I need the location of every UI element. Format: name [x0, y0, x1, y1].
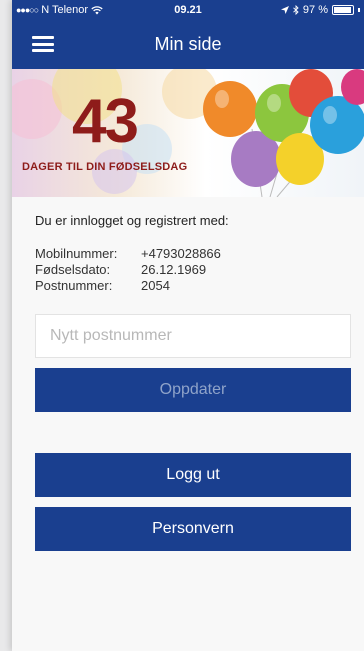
mobile-label: Mobilnummer:	[35, 246, 118, 261]
days-count: 43	[72, 87, 139, 156]
login-intro: Du er innlogget og registrert med:	[35, 213, 229, 228]
location-arrow-icon	[280, 6, 289, 14]
birthdate-value: 26.12.1969	[141, 262, 207, 277]
battery-icon	[332, 5, 354, 15]
app-screen: ●●●○○ N Telenor 09.21 97 % Min side 43 D…	[12, 0, 364, 651]
account-section: Du er innlogget og registrert med: Mobil…	[12, 197, 364, 551]
postcode-label: Postnummer:	[35, 278, 113, 293]
bluetooth-icon	[293, 5, 299, 15]
info-row-birthdate: Fødselsdato: 26.12.1969	[35, 262, 341, 278]
info-row-mobile: Mobilnummer: +4793028866	[35, 246, 341, 262]
info-row-postcode: Postnummer: 2054	[35, 278, 341, 294]
days-label: DAGER TIL DIN FØDSELSDAG	[22, 161, 188, 173]
birthday-banner: 43 DAGER TIL DIN FØDSELSDAG	[12, 69, 364, 197]
nav-bar: Min side	[12, 20, 364, 69]
mobile-value: +4793028866	[141, 246, 221, 261]
new-postcode-input[interactable]	[35, 314, 351, 358]
logout-button[interactable]: Logg ut	[35, 453, 351, 497]
birthdate-label: Fødselsdato:	[35, 262, 111, 277]
account-info: Mobilnummer: +4793028866 Fødselsdato: 26…	[35, 246, 341, 294]
postcode-value: 2054	[141, 278, 170, 293]
page-title: Min side	[154, 34, 222, 54]
battery-percent: 97 %	[302, 4, 328, 16]
balloons-image	[203, 69, 364, 197]
top-bar: ●●●○○ N Telenor 09.21 97 % Min side	[12, 0, 364, 69]
status-bar: ●●●○○ N Telenor 09.21 97 %	[12, 0, 364, 20]
privacy-button[interactable]: Personvern	[35, 507, 351, 551]
update-button[interactable]: Oppdater	[35, 368, 351, 412]
